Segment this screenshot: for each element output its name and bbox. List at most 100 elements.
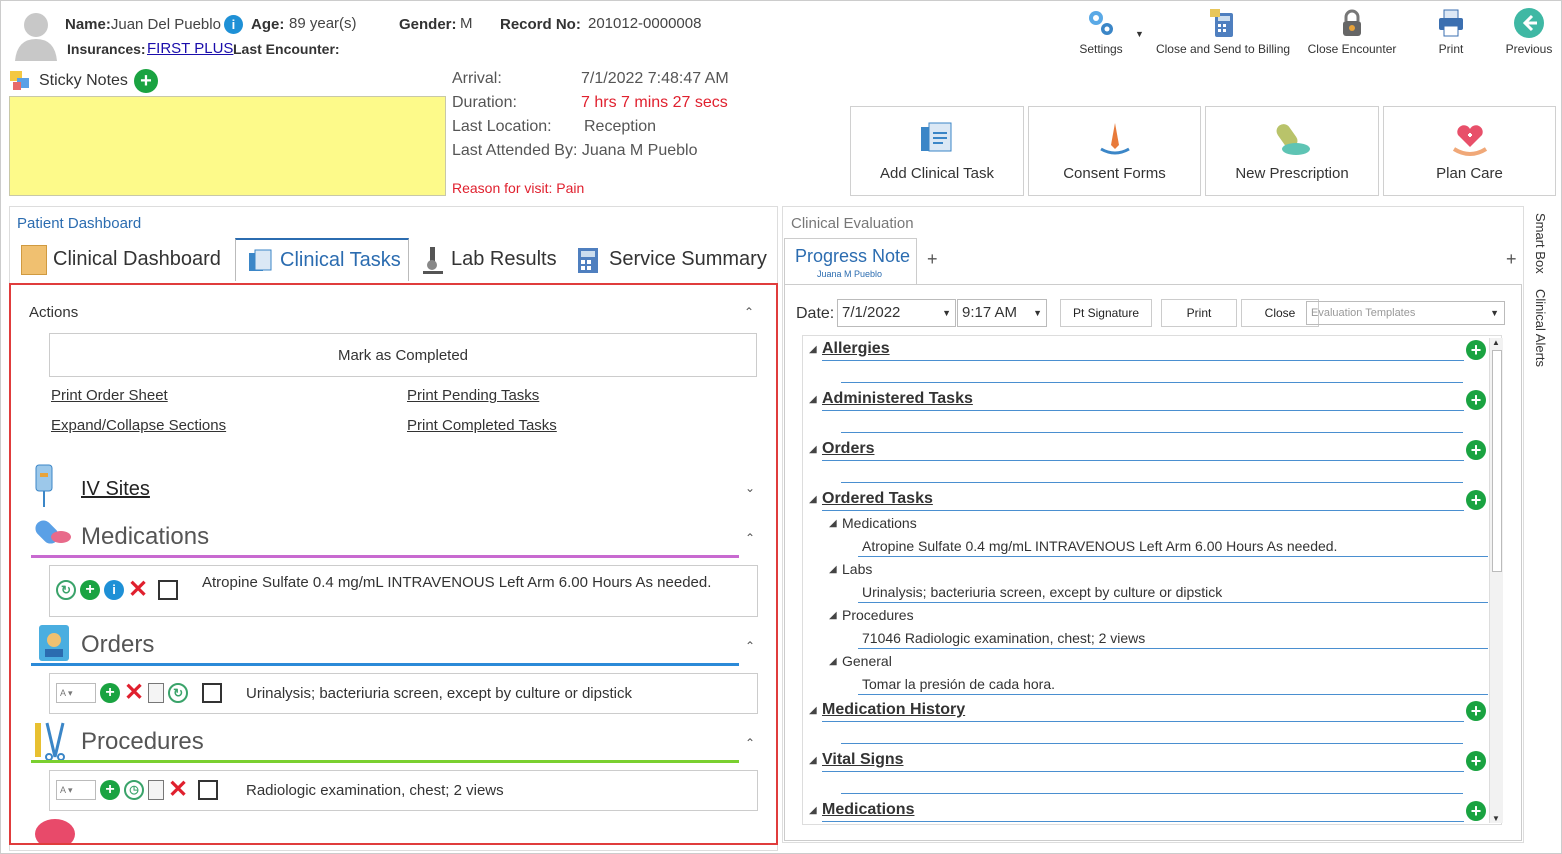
document-add-icon[interactable] (148, 683, 165, 703)
previous-button[interactable]: Previous (1501, 7, 1557, 56)
iv-sites-header[interactable]: IV Sites (81, 478, 150, 501)
date-picker[interactable]: 7/1/2022 ▼ (837, 299, 956, 327)
plan-care-button[interactable]: Plan Care (1383, 106, 1556, 196)
microscope-icon (423, 246, 443, 274)
administered-toggle-icon[interactable]: ◢ (809, 394, 817, 405)
print-button[interactable]: Print (1429, 7, 1473, 56)
procedures-collapse-icon[interactable]: ⌃ (745, 736, 755, 750)
medications-sub-toggle-icon[interactable]: ◢ (829, 518, 837, 529)
medications-toggle-icon[interactable]: ◢ (809, 805, 817, 816)
calculator-icon (578, 247, 598, 273)
medication-history-toggle-icon[interactable]: ◢ (809, 705, 817, 716)
procedure-checkbox[interactable] (198, 780, 219, 800)
status-dropdown[interactable]: A ▾ (56, 780, 96, 800)
add-vital-signs-button[interactable]: + (1466, 751, 1486, 771)
evaluation-scrollbar[interactable]: ▲ ▼ (1489, 338, 1503, 823)
scroll-thumb[interactable] (1492, 350, 1502, 572)
ordered-procedures-label: Procedures (842, 607, 914, 623)
add-allergy-button[interactable]: + (1466, 340, 1486, 360)
settings-button[interactable]: Settings (1071, 7, 1131, 56)
procedures-sub-toggle-icon[interactable]: ◢ (829, 610, 837, 621)
medications-collapse-icon[interactable]: ⌃ (745, 531, 755, 545)
document-add-icon[interactable] (148, 780, 164, 800)
status-dropdown[interactable]: A ▾ (56, 683, 96, 703)
consent-forms-button[interactable]: Consent Forms (1028, 106, 1201, 196)
add-order-button[interactable]: + (1466, 440, 1486, 460)
tab-clinical-tasks[interactable]: Clinical Tasks (235, 238, 409, 281)
info-icon[interactable]: i (104, 580, 124, 600)
medications-icon (35, 520, 71, 544)
date-label: Date: (796, 305, 835, 322)
delete-icon[interactable]: ✕ (128, 578, 148, 602)
expand-collapse-link[interactable]: Expand/Collapse Sections (51, 417, 226, 434)
labs-sub-toggle-icon[interactable]: ◢ (829, 564, 837, 575)
medication-checkbox[interactable] (158, 580, 179, 600)
clinical-task-icon (921, 122, 952, 152)
delete-icon[interactable]: ✕ (124, 681, 144, 705)
allergies-section[interactable]: Allergies (822, 340, 890, 358)
actions-collapse-icon[interactable]: ⌃ (744, 305, 754, 319)
ordered-lab-item: Urinalysis; bacteriuria screen, except b… (862, 584, 1223, 600)
insurance-link[interactable]: FIRST PLUS (147, 40, 233, 57)
general-sub-toggle-icon[interactable]: ◢ (829, 656, 837, 667)
medication-history-section[interactable]: Medication History (822, 701, 965, 719)
vital-signs-toggle-icon[interactable]: ◢ (809, 755, 817, 766)
settings-dropdown-icon[interactable]: ▼ (1135, 29, 1144, 39)
alarm-clock-icon[interactable]: ◷ (124, 780, 144, 800)
add-panel-button[interactable]: + (1506, 249, 1517, 270)
time-picker[interactable]: 9:17 AM ▼ (957, 299, 1047, 327)
delete-icon[interactable]: ✕ (168, 778, 188, 802)
add-clinical-task-button[interactable]: Add Clinical Task (850, 106, 1024, 196)
clinical-tasks-icon (249, 249, 272, 271)
order-checkbox[interactable] (202, 683, 223, 703)
evaluation-print-button[interactable]: Print (1161, 299, 1237, 327)
scroll-up-icon[interactable]: ▲ (1492, 338, 1500, 347)
scroll-down-icon[interactable]: ▼ (1492, 814, 1500, 823)
orders-section[interactable]: Orders (822, 440, 874, 458)
mark-completed-button[interactable]: Mark as Completed (49, 333, 757, 377)
allergies-toggle-icon[interactable]: ◢ (809, 344, 817, 355)
record-label: Record No: (500, 16, 581, 33)
ordered-procedure-item: 71046 Radiologic examination, chest; 2 v… (862, 630, 1146, 646)
evaluation-templates-select[interactable]: Evaluation Templates ▼ (1306, 301, 1505, 325)
print-pending-tasks-link[interactable]: Print Pending Tasks (407, 387, 539, 404)
refresh-icon[interactable]: ↻ (56, 580, 76, 600)
add-medications-button[interactable]: + (1466, 801, 1486, 821)
orders-collapse-icon[interactable]: ⌃ (745, 639, 755, 653)
new-prescription-button[interactable]: New Prescription (1205, 106, 1379, 196)
ordered-tasks-toggle-icon[interactable]: ◢ (809, 494, 817, 505)
close-send-billing-button[interactable]: Close and Send to Billing (1151, 7, 1295, 56)
add-icon[interactable]: + (100, 780, 120, 800)
orders-toggle-icon[interactable]: ◢ (809, 444, 817, 455)
info-icon[interactable]: i (223, 15, 243, 34)
refresh-icon[interactable]: ↻ (168, 683, 189, 703)
print-completed-tasks-link[interactable]: Print Completed Tasks (407, 417, 557, 434)
pen-signature-icon (1099, 123, 1130, 155)
ordered-tasks-section[interactable]: Ordered Tasks (822, 490, 933, 508)
add-ordered-task-button[interactable]: + (1466, 490, 1486, 510)
last-encounter-label: Last Encounter: (233, 41, 340, 57)
administered-tasks-section[interactable]: Administered Tasks (822, 390, 973, 408)
add-tab-button[interactable]: + (927, 249, 938, 270)
add-medication-history-button[interactable]: + (1466, 701, 1486, 721)
iv-sites-expand-icon[interactable]: ⌄ (745, 481, 755, 495)
print-order-sheet-link[interactable]: Print Order Sheet (51, 387, 168, 404)
tab-lab-results[interactable]: Lab Results (421, 238, 561, 281)
add-icon[interactable]: + (100, 683, 120, 703)
add-administered-button[interactable]: + (1466, 390, 1486, 410)
add-icon[interactable]: + (80, 580, 100, 600)
medications-section[interactable]: Medications (822, 801, 914, 819)
tab-progress-note[interactable]: Progress Note Juana M Pueblo (784, 238, 917, 284)
close-encounter-button[interactable]: Close Encounter (1303, 7, 1401, 56)
vital-signs-section[interactable]: Vital Signs (822, 751, 904, 769)
iv-bag-icon (35, 464, 53, 507)
tab-service-summary[interactable]: Service Summary (573, 238, 773, 281)
tab-clinical-dashboard[interactable]: Clinical Dashboard (21, 238, 231, 281)
add-sticky-note-button[interactable]: + (133, 69, 158, 93)
sticky-note-area[interactable] (9, 96, 446, 196)
clinical-alerts-tab[interactable]: Clinical Alerts (1533, 289, 1548, 367)
procedure-item-text: Radiologic examination, chest; 2 views (246, 782, 504, 799)
sticky-notes-icon (10, 71, 29, 90)
pt-signature-button[interactable]: Pt Signature (1060, 299, 1152, 327)
smart-box-tab[interactable]: Smart Box (1533, 213, 1548, 274)
